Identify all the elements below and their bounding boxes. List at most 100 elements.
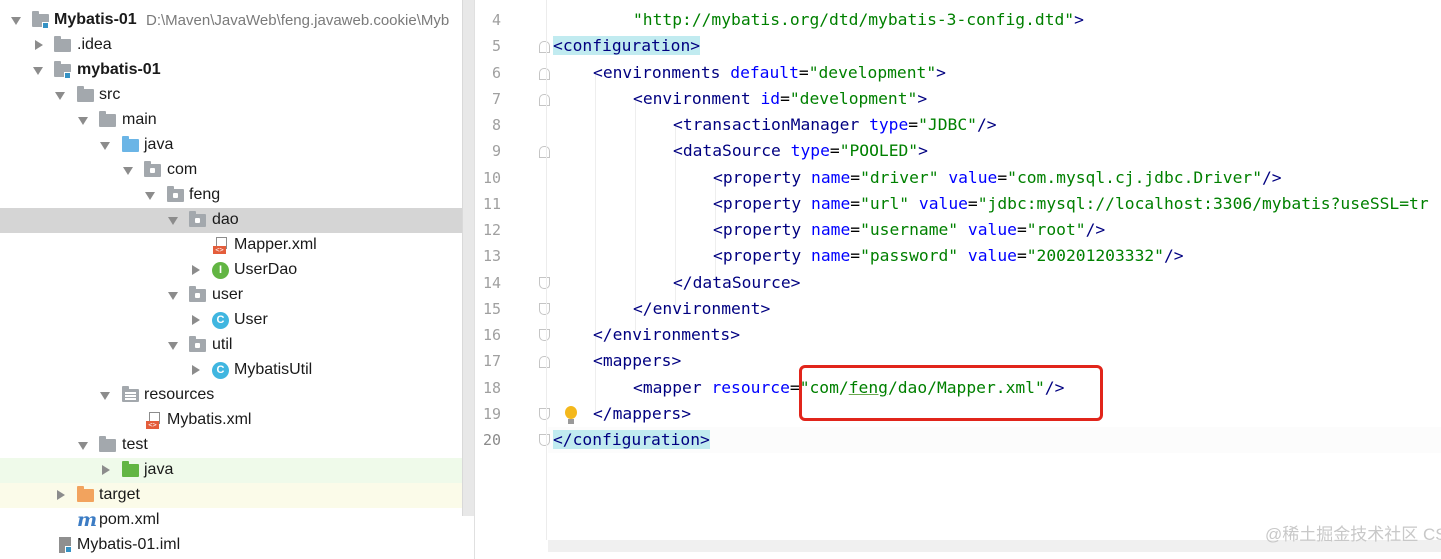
code-line-6: <environments default="development"> bbox=[593, 63, 946, 82]
tree-row-resources[interactable]: resources bbox=[0, 383, 474, 408]
line-number: 15 bbox=[482, 300, 501, 318]
tree-item-label: mybatis-01 bbox=[77, 61, 161, 78]
module-folder-icon bbox=[54, 61, 71, 79]
tree-row-root[interactable]: Mybatis-01 D:\Maven\JavaWeb\feng.javaweb… bbox=[0, 8, 474, 33]
folder-icon bbox=[77, 86, 94, 102]
expand-arrow-icon[interactable] bbox=[122, 165, 134, 177]
fold-marker-icon[interactable] bbox=[539, 356, 550, 368]
fold-marker-icon[interactable] bbox=[539, 94, 550, 106]
expand-arrow-icon[interactable] bbox=[10, 15, 22, 27]
tree-row-user[interactable]: user bbox=[0, 283, 474, 308]
tree-item-label: user bbox=[212, 286, 244, 303]
tree-item-label: .idea bbox=[77, 36, 112, 53]
expand-arrow-icon[interactable] bbox=[54, 90, 66, 102]
expand-arrow-icon[interactable] bbox=[99, 465, 111, 477]
tree-row-java[interactable]: java bbox=[0, 133, 474, 158]
tree-item-label: Mybatis-01 bbox=[54, 11, 137, 28]
tree-item-label: Mybatis.xml bbox=[167, 411, 252, 428]
expand-arrow-icon[interactable] bbox=[77, 115, 89, 127]
tree-item-label: java bbox=[144, 136, 174, 153]
tree-row-iml[interactable]: Mybatis-01.iml bbox=[0, 533, 474, 558]
tree-item-label: Mybatis-01.iml bbox=[77, 536, 181, 553]
line-number: 6 bbox=[491, 64, 501, 82]
tree-row-util[interactable]: util bbox=[0, 333, 474, 358]
expand-arrow-icon[interactable] bbox=[32, 65, 44, 77]
gutter-separator bbox=[546, 0, 547, 540]
expand-arrow-icon[interactable] bbox=[144, 190, 156, 202]
package-icon bbox=[189, 211, 206, 227]
tree-row-main[interactable]: main bbox=[0, 108, 474, 133]
code-line-4: "http://mybatis.org/dtd/mybatis-3-config… bbox=[633, 10, 1084, 29]
code-line-13: <property name="password" value="2002012… bbox=[713, 246, 1184, 265]
test-folder-icon bbox=[122, 461, 139, 477]
code-line-14: </dataSource> bbox=[673, 273, 801, 292]
expand-arrow-icon[interactable] bbox=[99, 390, 111, 402]
expand-arrow-icon[interactable] bbox=[32, 40, 44, 52]
fold-marker-icon[interactable] bbox=[539, 41, 550, 53]
fold-marker-icon[interactable] bbox=[539, 277, 550, 289]
tree-row-mybatisutil[interactable]: C MybatisUtil bbox=[0, 358, 474, 383]
line-number: 8 bbox=[491, 116, 501, 134]
tree-row-mapper-xml[interactable]: <> Mapper.xml bbox=[0, 233, 474, 258]
tree-row-target[interactable]: target bbox=[0, 483, 474, 508]
tree-item-label: UserDao bbox=[234, 261, 298, 278]
expand-arrow-icon[interactable] bbox=[189, 265, 201, 277]
tree-item-label: main bbox=[122, 111, 157, 128]
tree-item-label: MybatisUtil bbox=[234, 361, 313, 378]
expand-arrow-icon[interactable] bbox=[189, 315, 201, 327]
tree-row-test-java[interactable]: java bbox=[0, 458, 474, 483]
fold-marker-icon[interactable] bbox=[539, 68, 550, 80]
tree-row-src[interactable]: src bbox=[0, 83, 474, 108]
line-number: 17 bbox=[482, 352, 501, 370]
fold-marker-icon[interactable] bbox=[539, 434, 550, 446]
fold-marker-icon[interactable] bbox=[539, 408, 550, 420]
folder-icon bbox=[99, 111, 116, 127]
line-number: 14 bbox=[482, 274, 501, 292]
fold-marker-icon[interactable] bbox=[539, 303, 550, 315]
expand-arrow-icon[interactable] bbox=[167, 215, 179, 227]
module-folder-icon bbox=[32, 11, 49, 29]
code-line-17: <mappers> bbox=[593, 351, 682, 370]
tree-row-mybatis-01[interactable]: mybatis-01 bbox=[0, 58, 474, 83]
package-icon bbox=[189, 286, 206, 302]
package-icon bbox=[144, 161, 161, 177]
tree-item-label: resources bbox=[144, 386, 215, 403]
watermark: @稀土掘金技术社区 CSDN @游逍乙 bbox=[1265, 525, 1441, 544]
tree-item-label: Mapper.xml bbox=[234, 236, 317, 253]
fold-marker-icon[interactable] bbox=[539, 146, 550, 158]
tree-row-pom-xml[interactable]: m pom.xml bbox=[0, 508, 474, 533]
line-number: 7 bbox=[491, 90, 501, 108]
line-number: 19 bbox=[482, 405, 501, 423]
tree-row-dao[interactable]: dao bbox=[0, 208, 474, 233]
code-line-11: <property name="url" value="jdbc:mysql:/… bbox=[713, 194, 1429, 213]
tree-row-com[interactable]: com bbox=[0, 158, 474, 183]
tree-row-userdao[interactable]: I UserDao bbox=[0, 258, 474, 283]
expand-arrow-icon[interactable] bbox=[99, 140, 111, 152]
fold-marker-icon[interactable] bbox=[539, 329, 550, 341]
expand-arrow-icon[interactable] bbox=[77, 440, 89, 452]
code-editor[interactable]: 4 5 6 7 8 9 10 11 12 13 14 15 16 17 18 1… bbox=[474, 0, 1441, 559]
line-number: 10 bbox=[482, 169, 501, 187]
class-icon: C bbox=[212, 362, 229, 379]
tree-item-label: java bbox=[144, 461, 174, 478]
expand-arrow-icon[interactable] bbox=[167, 290, 179, 302]
tree-row-idea[interactable]: .idea bbox=[0, 33, 474, 58]
tree-scrollbar[interactable] bbox=[462, 0, 474, 516]
folder-icon bbox=[99, 436, 116, 452]
expand-arrow-icon[interactable] bbox=[167, 340, 179, 352]
maven-icon: m bbox=[77, 509, 98, 531]
code-line-19: </mappers> bbox=[593, 404, 692, 423]
tree-item-label: com bbox=[167, 161, 198, 178]
code-line-12: <property name="username" value="root"/> bbox=[713, 220, 1106, 239]
project-tree: Mybatis-01 D:\Maven\JavaWeb\feng.javaweb… bbox=[0, 0, 474, 559]
tree-row-user-class[interactable]: C User bbox=[0, 308, 474, 333]
expand-arrow-icon[interactable] bbox=[189, 365, 201, 377]
tree-row-test[interactable]: test bbox=[0, 433, 474, 458]
tree-row-mybatis-xml[interactable]: <> Mybatis.xml bbox=[0, 408, 474, 433]
code-line-10: <property name="driver" value="com.mysql… bbox=[713, 168, 1282, 187]
line-number: 12 bbox=[482, 221, 501, 239]
expand-arrow-icon[interactable] bbox=[54, 490, 66, 502]
tree-item-label: User bbox=[234, 311, 268, 328]
tree-row-feng[interactable]: feng bbox=[0, 183, 474, 208]
excluded-folder-icon bbox=[77, 486, 94, 502]
